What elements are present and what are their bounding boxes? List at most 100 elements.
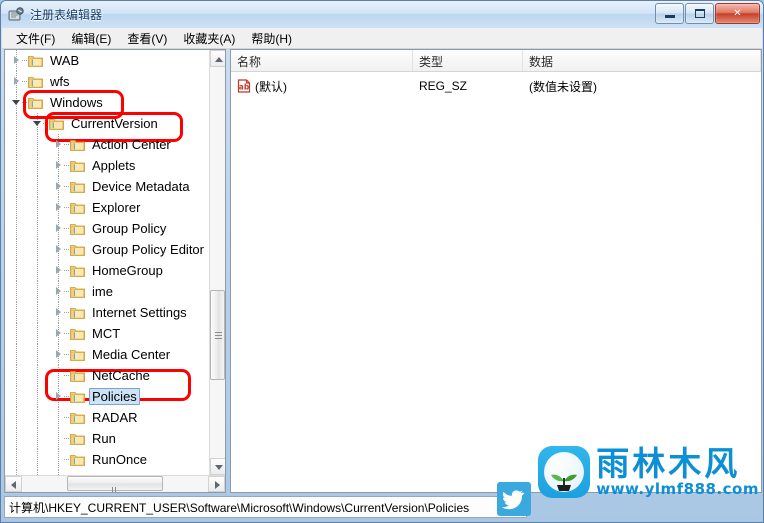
tree-item-windows[interactable]: Windows <box>5 92 210 113</box>
minimize-button[interactable] <box>655 3 684 24</box>
window-controls: ✕ <box>655 3 760 24</box>
tree-item-media-center[interactable]: Media Center <box>5 344 210 365</box>
tree-item-radar[interactable]: RADAR <box>5 407 210 428</box>
watermark: 雨林木风 www.ylmf888.com <box>538 446 759 498</box>
tree-guide-line <box>37 302 38 323</box>
folder-icon <box>70 453 85 466</box>
window-title: 注册表编辑器 <box>30 8 103 22</box>
tree-item-label: Policies <box>89 388 140 405</box>
scroll-up-button[interactable] <box>210 50 225 67</box>
chevron-right-icon[interactable] <box>53 181 64 192</box>
tree-item-label: Action Center <box>92 137 171 152</box>
tree-guide-line <box>16 197 17 218</box>
tree-item-internet-settings[interactable]: Internet Settings <box>5 302 210 323</box>
folder-icon <box>70 390 85 403</box>
tree-guide-line <box>16 344 17 365</box>
tree-item-mct[interactable]: MCT <box>5 323 210 344</box>
client-area: WAB wfs Windows CurrentVersion Action Center… <box>4 49 762 493</box>
tree-item-explorer[interactable]: Explorer <box>5 197 210 218</box>
bird-icon <box>497 482 531 516</box>
tree-item-label: RADAR <box>92 410 138 425</box>
chevron-right-icon[interactable] <box>53 349 64 360</box>
tree-item-homegroup[interactable]: HomeGroup <box>5 260 210 281</box>
menu-file[interactable]: 文件(F) <box>8 28 63 49</box>
tree-item-device-metadata[interactable]: Device Metadata <box>5 176 210 197</box>
chevron-right-icon[interactable] <box>53 286 64 297</box>
folder-icon <box>70 159 85 172</box>
listview-header: 名称 类型 数据 <box>231 50 761 72</box>
chevron-right-icon[interactable] <box>53 265 64 276</box>
scroll-down-button[interactable] <box>210 458 225 475</box>
chevron-down-icon[interactable] <box>11 97 22 108</box>
value-type-cell: REG_SZ <box>419 79 468 93</box>
tree-item-runonce[interactable]: RunOnce <box>5 449 210 470</box>
menu-favorites[interactable]: 收藏夹(A) <box>175 28 243 49</box>
close-button[interactable]: ✕ <box>715 3 760 24</box>
tree-item-wab[interactable]: WAB <box>5 50 210 71</box>
chevron-right-icon[interactable] <box>53 223 64 234</box>
folder-icon <box>70 222 85 235</box>
tree-guide-line <box>16 365 17 386</box>
chevron-right-icon[interactable] <box>53 328 64 339</box>
column-header-2[interactable]: 类型 <box>413 50 523 71</box>
chevron-right-icon[interactable] <box>53 244 64 255</box>
tree-guide-line <box>37 365 38 386</box>
tree-item-currentversion[interactable]: CurrentVersion <box>5 113 210 134</box>
menu-help[interactable]: 帮助(H) <box>243 28 300 49</box>
menu-edit[interactable]: 编辑(E) <box>63 28 119 49</box>
tree-glyph-empty <box>53 370 64 381</box>
tree-item-run[interactable]: Run <box>5 428 210 449</box>
tree-guide-line <box>16 260 17 281</box>
tree-guide-line <box>16 218 17 239</box>
tree-item-label: Screensavers <box>89 472 174 475</box>
tree-item-label: Explorer <box>92 200 141 215</box>
chevron-right-icon[interactable] <box>53 139 64 150</box>
tree-guide-line <box>16 239 17 260</box>
folder-icon <box>70 306 85 319</box>
chevron-right-icon[interactable] <box>53 307 64 318</box>
tree-item-group-policy-editor[interactable]: Group Policy Editor <box>5 239 210 260</box>
tree-horizontal-scrollbar[interactable] <box>5 475 225 492</box>
watermark-brand: 雨林木风 <box>596 444 741 483</box>
tree-item-action-center[interactable]: Action Center <box>5 134 210 155</box>
chevron-right-icon[interactable] <box>53 202 64 213</box>
tree-item-label: Device Metadata <box>92 179 190 194</box>
chevron-right-icon[interactable] <box>53 160 64 171</box>
horizontal-scroll-thumb[interactable] <box>67 476 163 492</box>
folder-icon <box>70 285 85 298</box>
value-name-text: (默认) <box>255 79 287 94</box>
tree-guide-line <box>37 155 38 176</box>
chevron-right-icon[interactable] <box>11 55 22 66</box>
registry-editor-icon <box>7 6 25 24</box>
scroll-right-button[interactable] <box>208 476 225 492</box>
tree-item-label: Media Center <box>92 347 171 362</box>
tree-pane: WAB wfs Windows CurrentVersion Action Center… <box>4 49 226 493</box>
tree-item-ime[interactable]: ime <box>5 281 210 302</box>
tree-glyph-empty <box>53 454 64 465</box>
tree-item-policies[interactable]: Policies <box>5 386 210 407</box>
sprout-logo-icon <box>538 446 591 498</box>
tree-vertical-scrollbar[interactable] <box>209 50 225 475</box>
tree-item-applets[interactable]: Applets <box>5 155 210 176</box>
chevron-down-icon[interactable] <box>32 118 43 129</box>
menu-view[interactable]: 查看(V) <box>119 28 175 49</box>
tree-item-group-policy[interactable]: Group Policy <box>5 218 210 239</box>
scroll-left-button[interactable] <box>5 476 22 492</box>
chevron-right-icon[interactable] <box>53 391 64 402</box>
tree-guide-line <box>37 428 38 449</box>
chevron-right-icon[interactable] <box>11 76 22 87</box>
maximize-button[interactable] <box>685 3 714 24</box>
vertical-scroll-thumb[interactable] <box>210 290 225 380</box>
column-header-3[interactable]: 数据 <box>523 50 761 71</box>
tree-guide-line <box>16 386 17 407</box>
column-header-1[interactable]: 名称 <box>231 50 413 71</box>
registry-tree[interactable]: WAB wfs Windows CurrentVersion Action Center… <box>5 50 210 475</box>
table-row[interactable]: ab (默认) REG_SZ (数值未设置) <box>231 76 761 96</box>
tree-item-netcache[interactable]: NetCache <box>5 365 210 386</box>
tree-guide-line <box>37 134 38 155</box>
string-value-icon: ab <box>237 79 251 93</box>
tree-item-wfs[interactable]: wfs <box>5 71 210 92</box>
